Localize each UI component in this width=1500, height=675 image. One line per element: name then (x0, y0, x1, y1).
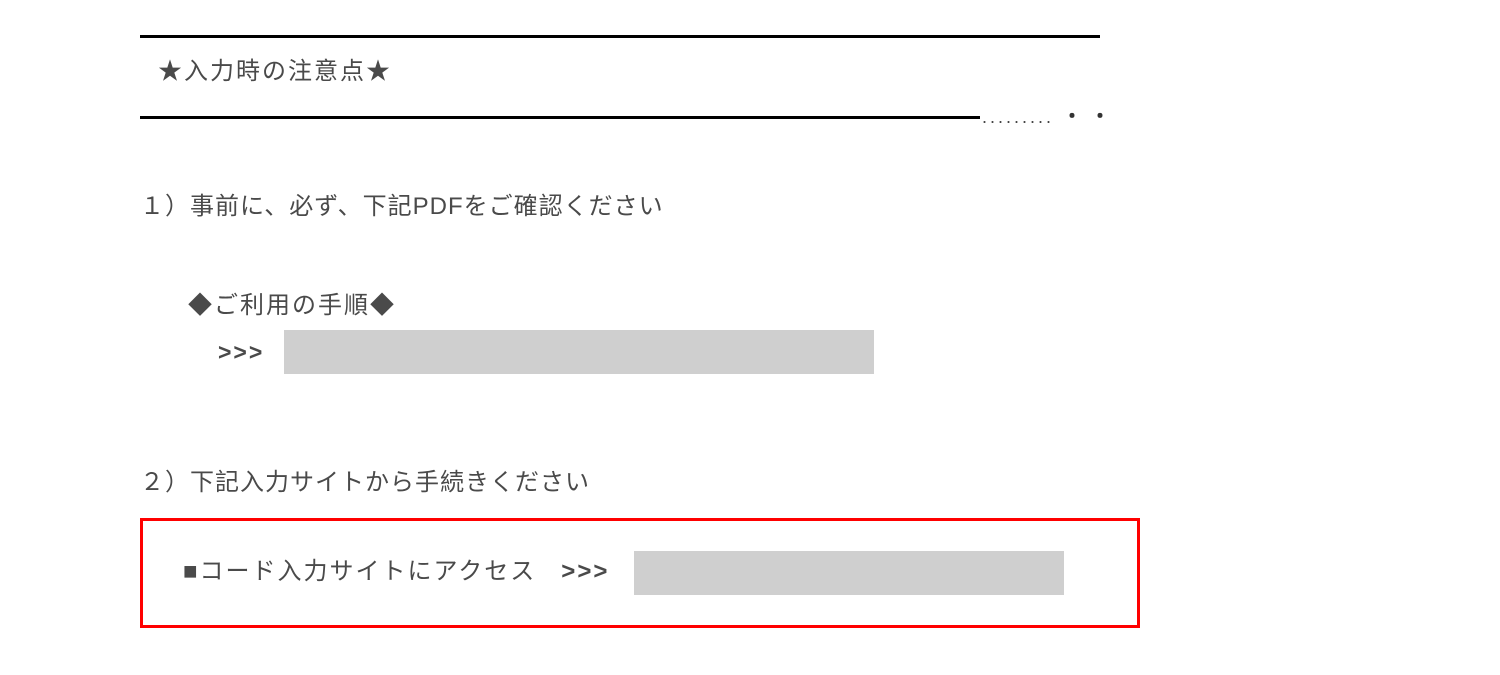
divider-bottom (140, 116, 980, 119)
arrow-icon: >>> (218, 334, 264, 371)
arrow-icon: >>> (561, 553, 609, 591)
section-1-sub: ◆ご利用の手順◆ >>> (140, 287, 1500, 374)
code-site-label: ■コード入力サイトにアクセス (183, 553, 536, 591)
redacted-link-2 (634, 551, 1064, 595)
highlight-frame: ■コード入力サイトにアクセス >>> (140, 518, 1140, 628)
section-2-label: ２）下記入力サイトから手続きください (140, 464, 1500, 502)
section-1-label: １）事前に、必ず、下記PDFをご確認ください (140, 188, 1500, 226)
usage-procedure-label: ◆ご利用の手順◆ (188, 287, 1500, 325)
usage-procedure-link-row: >>> (188, 330, 1500, 374)
document-page: ★入力時の注意点★ ......... ・・ １）事前に、必ず、下記PDFをご確… (0, 35, 1500, 675)
divider-trail-small: ......... (980, 103, 1054, 132)
section-1: １）事前に、必ず、下記PDFをご確認ください ◆ご利用の手順◆ >>> (140, 188, 1500, 374)
notice-heading: ★入力時の注意点★ (140, 38, 1500, 101)
section-2: ２）下記入力サイトから手続きください ■コード入力サイトにアクセス >>> (140, 464, 1500, 627)
divider-trail-dots: ・・ (1054, 101, 1118, 133)
divider-bottom-wrap: ......... ・・ (140, 101, 1100, 133)
redacted-link-1 (284, 330, 874, 374)
